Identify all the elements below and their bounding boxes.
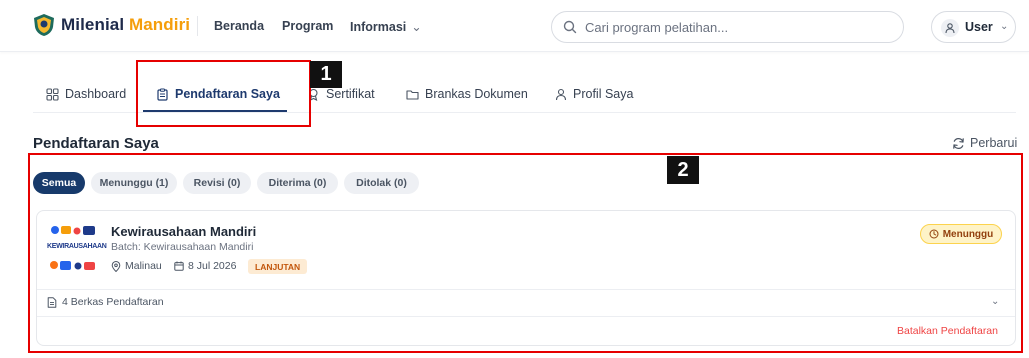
annotation-label-1: 1 <box>310 61 342 88</box>
brand-part-1: Milenial <box>61 15 125 34</box>
refresh-label: Perbarui <box>970 136 1018 150</box>
top-navbar: Milenial Mandiri Beranda Program Informa… <box>0 0 1029 52</box>
tab-label: Profil Saya <box>573 87 634 101</box>
shield-logo-icon[interactable] <box>33 13 55 37</box>
annotation-box-1 <box>136 60 311 127</box>
user-name: User <box>965 20 993 34</box>
chevron-down-icon: ⌄ <box>411 20 422 34</box>
annotation-label-2: 2 <box>667 156 699 184</box>
tab-brankas-dokumen[interactable]: Brankas Dokumen <box>406 87 528 101</box>
tab-sertifikat[interactable]: Sertifikat <box>307 87 375 101</box>
brand-part-2: Mandiri <box>128 15 191 34</box>
header-divider <box>197 16 198 36</box>
nav-beranda[interactable]: Beranda <box>214 19 264 33</box>
search-input[interactable] <box>585 18 885 36</box>
brand-name[interactable]: Milenial Mandiri <box>61 15 190 35</box>
folder-icon <box>406 89 419 100</box>
grid-icon <box>46 87 59 101</box>
chevron-down-icon: ⌄ <box>1000 21 1009 32</box>
tab-profil-saya[interactable]: Profil Saya <box>555 87 633 101</box>
nav-informasi[interactable]: Informasi ⌄ <box>350 19 422 34</box>
user-menu-button[interactable]: User ⌄ <box>931 11 1016 43</box>
tab-dashboard[interactable]: Dashboard <box>46 87 126 101</box>
page-title: Pendaftaran Saya <box>33 135 159 152</box>
refresh-icon <box>953 137 964 149</box>
refresh-button[interactable]: Perbarui <box>952 136 1017 150</box>
search-icon <box>563 20 577 34</box>
user-icon <box>555 88 567 100</box>
nav-informasi-label: Informasi <box>350 20 407 34</box>
nav-program[interactable]: Program <box>282 19 333 33</box>
tab-label: Dashboard <box>65 87 127 101</box>
avatar <box>941 19 959 37</box>
search-box[interactable] <box>551 11 904 43</box>
tab-label: Brankas Dokumen <box>425 87 528 101</box>
tab-label: Sertifikat <box>326 87 375 101</box>
annotation-box-2 <box>28 153 1023 353</box>
user-icon <box>945 23 955 34</box>
